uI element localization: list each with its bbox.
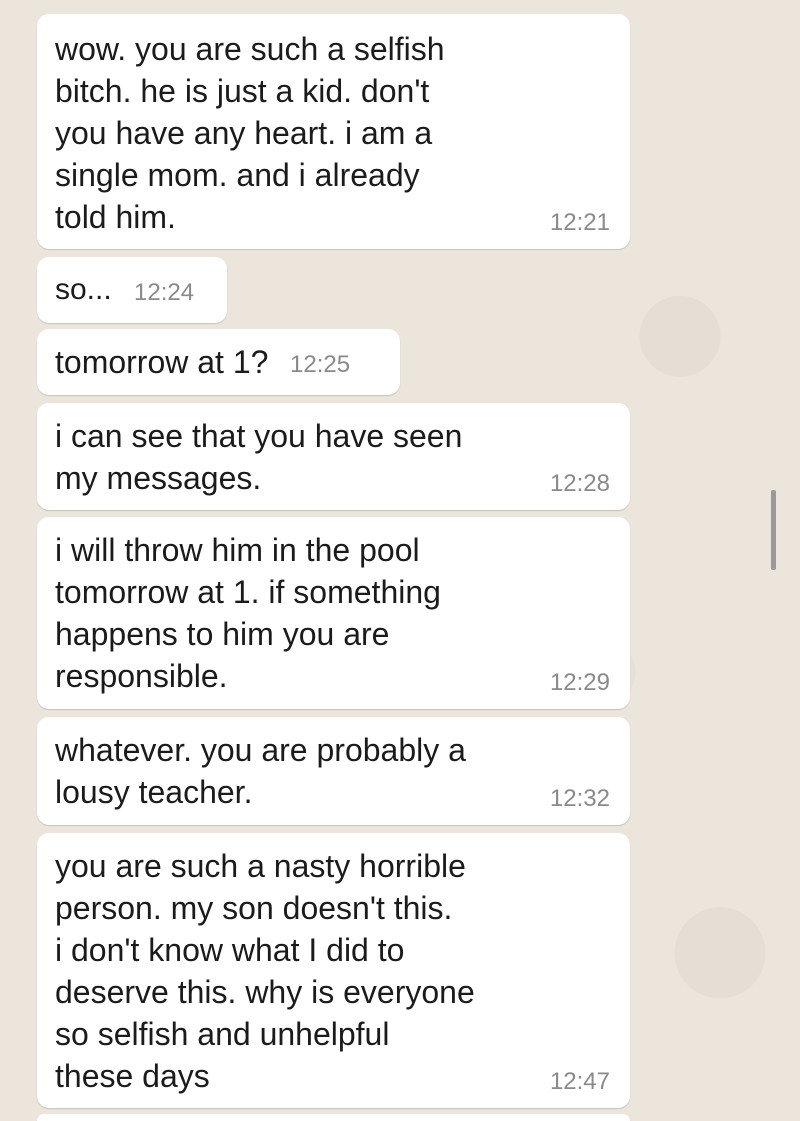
message-bubble-partial[interactable] — [37, 1114, 630, 1121]
message-text: so... — [55, 273, 112, 306]
message-text: whatever. you are probably a lousy teach… — [55, 732, 466, 810]
message-bubble[interactable]: whatever. you are probably a lousy teach… — [37, 717, 630, 825]
message-bubble[interactable]: i can see that you have seen my messages… — [37, 403, 630, 510]
message-text: you are such a nasty horrible person. my… — [55, 848, 475, 1094]
message-bubble[interactable]: tomorrow at 1? 12:25 — [37, 329, 400, 395]
scrollbar-thumb[interactable] — [771, 490, 776, 570]
message-timestamp: 12:24 — [134, 279, 195, 306]
message-bubble[interactable]: so... 12:24 — [37, 257, 227, 323]
message-text: tomorrow at 1? — [55, 344, 269, 380]
message-timestamp: 12:32 — [549, 785, 610, 812]
message-bubble[interactable]: you are such a nasty horrible person. my… — [37, 833, 630, 1108]
message-timestamp: 12:21 — [549, 209, 610, 236]
message-timestamp: 12:25 — [290, 351, 351, 378]
message-timestamp: 12:47 — [549, 1068, 610, 1095]
message-text: i can see that you have seen my messages… — [55, 418, 463, 496]
message-bubble[interactable]: i will throw him in the pool tomorrow at… — [37, 517, 630, 709]
message-timestamp: 12:28 — [549, 470, 610, 497]
message-bubble[interactable]: wow. you are such a selfish bitch. he is… — [37, 14, 630, 249]
message-text: i will throw him in the pool tomorrow at… — [55, 532, 441, 694]
message-text: wow. you are such a selfish bitch. he is… — [55, 31, 445, 235]
message-timestamp: 12:29 — [549, 669, 610, 696]
